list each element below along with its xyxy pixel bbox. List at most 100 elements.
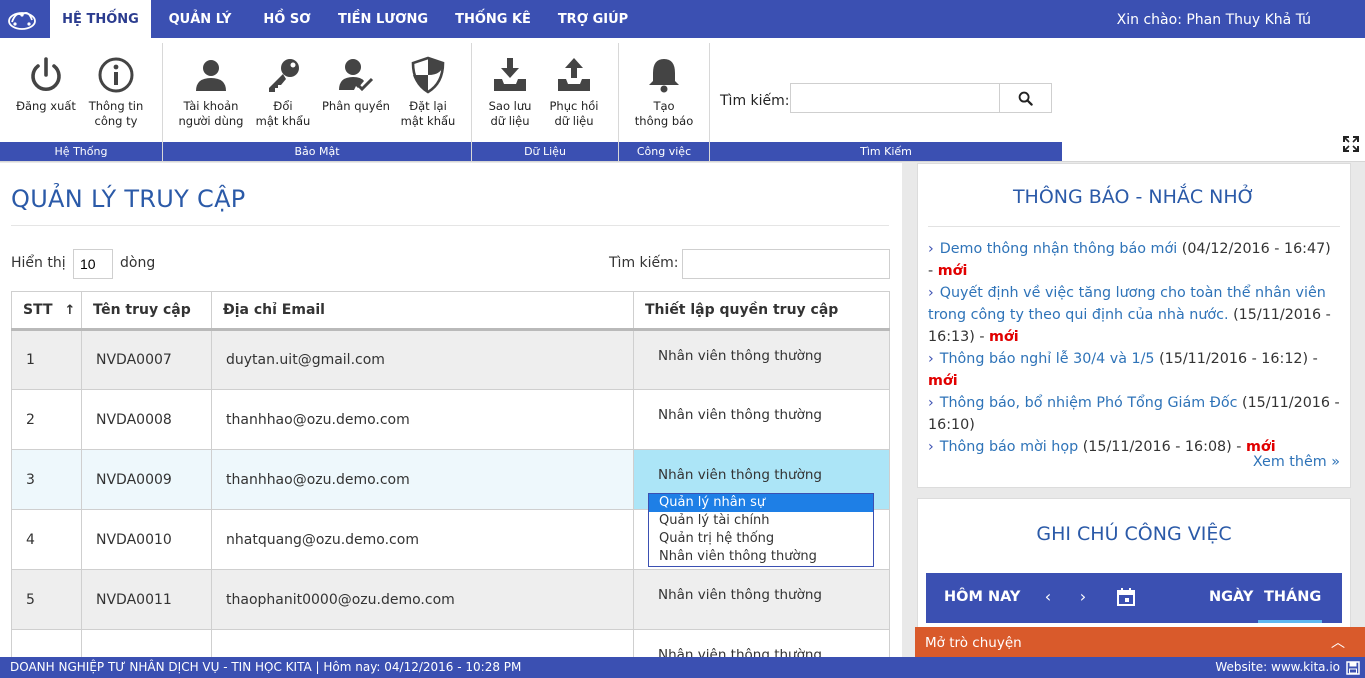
ribbon-group-label: Dữ Liệu [472, 142, 618, 161]
open-chat-bar[interactable]: Mở trò chuyện ︿ [915, 627, 1365, 657]
ribbon-search-button[interactable] [1000, 83, 1052, 113]
cell-access-role[interactable]: Nhân viên thông thường [633, 329, 890, 390]
logout-button[interactable]: Đăng xuất [11, 55, 81, 114]
user-check-icon [339, 59, 374, 92]
day-view-button[interactable]: NGÀY [1209, 589, 1253, 605]
cell-stt: 1 [11, 329, 82, 390]
notifications-panel: THÔNG BÁO - NHẮC NHỞ › Demo thông nhận th… [917, 163, 1351, 488]
column-header-username[interactable]: Tên truy cập [81, 291, 212, 331]
notifications-divider [928, 226, 1340, 227]
role-option-highlighted[interactable]: Quản lý nhân sự [649, 494, 873, 512]
table-row[interactable]: 2 NVDA0008 thanhhao@ozu.demo.com Nhân vi… [11, 389, 890, 450]
tab-tro-giup[interactable]: TRỢ GIÚP [555, 0, 631, 38]
tab-tien-luong[interactable]: TIỀN LƯƠNG [336, 0, 430, 38]
user-greeting[interactable]: Xin chào: Phan Thuy Khả Tú [1117, 0, 1311, 40]
notification-link[interactable]: Demo thông nhận thông báo mới [940, 241, 1177, 257]
ribbon-group-du-lieu: Sao lưu dữ liệu Phục hồi dữ liệu Dữ Liệu [472, 43, 619, 161]
cell-access-role[interactable]: Nhân viên thông thường [633, 389, 890, 450]
chevron-right-icon: › [928, 241, 934, 257]
ribbon-group-bao-mat: Tài khoản người dùng Đổi mật khẩu Phân q… [163, 43, 472, 161]
company-info-button[interactable]: Thông tin công ty [81, 55, 151, 129]
create-notification-button[interactable]: Tạo thông báo [629, 55, 699, 129]
user-accounts-button[interactable]: Tài khoản người dùng [176, 55, 246, 129]
footer-website[interactable]: Website: www.kita.io [1215, 657, 1340, 678]
work-notes-title: GHI CHÚ CÔNG VIỆC [1036, 523, 1232, 545]
company-info-label: Thông tin công ty [88, 99, 144, 128]
ribbon-group-label: Hệ Thống [0, 142, 162, 161]
chevron-right-icon[interactable]: › [1073, 587, 1093, 607]
notification-link[interactable]: Thông báo mời họp [940, 439, 1078, 455]
cell-access-role[interactable]: Nhân viên thông thường [633, 569, 890, 630]
table-row[interactable]: 1 NVDA0007 duytan.uit@gmail.com Nhân viê… [11, 329, 890, 390]
cell-email: thanhhao@ozu.demo.com [211, 449, 634, 510]
notification-item: › Thông báo, bổ nhiệm Phó Tổng Giám Đốc (… [928, 392, 1340, 436]
expand-icon[interactable] [1343, 136, 1359, 152]
ribbon-search-input[interactable] [790, 83, 1000, 113]
reset-password-label: Đặt lại mật khẩu [400, 99, 456, 128]
table-row[interactable]: 5 NVDA0011 thaophanit0000@ozu.demo.com N… [11, 569, 890, 630]
cell-email: duytan.uit@gmail.com [211, 329, 634, 390]
active-view-indicator [1258, 620, 1322, 623]
power-icon [31, 57, 61, 92]
notification-link[interactable]: Thông báo nghỉ lễ 30/4 và 1/5 [940, 351, 1155, 367]
sort-arrow-up-icon: ↑ [64, 303, 76, 318]
search-icon [1018, 91, 1033, 106]
column-header-stt[interactable]: STT ↑ [11, 291, 82, 331]
cell-username: NVDA0007 [81, 329, 212, 390]
cell-username: NVDA0009 [81, 449, 212, 510]
cell-email: thanhhao@ozu.demo.com [211, 389, 634, 450]
ribbon-group-he-thong: Đăng xuất Thông tin công ty Hệ Thống [0, 43, 163, 161]
open-chat-label: Mở trò chuyện [925, 635, 1022, 651]
footer-bar: DOANH NGHIỆP TƯ NHÂN DỊCH VỤ - TIN HỌC K… [0, 657, 1365, 678]
column-header-access-role[interactable]: Thiết lập quyền truy cập [633, 291, 890, 331]
calendar-icon[interactable] [1116, 587, 1136, 607]
notification-item: › Quyết định về việc tăng lương cho toàn … [928, 282, 1340, 348]
table-search-input[interactable] [682, 249, 890, 279]
chevron-up-icon: ︿ [1331, 635, 1345, 651]
permissions-button[interactable]: Phân quyền [321, 55, 391, 114]
save-icon[interactable] [1346, 661, 1360, 675]
info-icon [98, 57, 134, 93]
month-view-button[interactable]: THÁNG [1264, 589, 1321, 605]
role-dropdown-list[interactable]: Quản lý nhân sự Quản lý tài chính Quản t… [648, 493, 874, 567]
cell-username: NVDA0008 [81, 389, 212, 450]
restore-data-button[interactable]: Phục hồi dữ liệu [539, 55, 609, 129]
tab-he-thong[interactable]: HỆ THỐNG [50, 0, 151, 38]
notification-item: › Thông báo nghỉ lễ 30/4 và 1/5 (15/11/20… [928, 348, 1340, 392]
tab-thong-ke[interactable]: THỐNG KÊ [452, 0, 534, 38]
user-accounts-label: Tài khoản người dùng [178, 99, 244, 128]
page-size-label: Hiển thị [11, 255, 66, 271]
reset-password-button[interactable]: Đặt lại mật khẩu [393, 55, 463, 129]
column-header-email[interactable]: Địa chỉ Email [211, 291, 634, 331]
tab-ho-so[interactable]: HỒ SƠ [256, 0, 318, 38]
bell-icon [649, 59, 679, 93]
notification-link[interactable]: Thông báo, bổ nhiệm Phó Tổng Giám Đốc [940, 395, 1238, 411]
cell-stt: 5 [11, 569, 82, 630]
key-icon [269, 59, 299, 92]
role-option[interactable]: Quản lý tài chính [649, 512, 873, 530]
today-button[interactable]: HÔM NAY [944, 589, 1020, 605]
title-divider [11, 225, 889, 226]
ribbon-group-label: Tìm Kiếm [710, 142, 1062, 161]
cloud-logo-icon[interactable] [6, 5, 38, 33]
see-more-link[interactable]: Xem thêm » [1253, 454, 1340, 470]
cell-email: thaophanit0000@ozu.demo.com [211, 569, 634, 630]
calendar-toolbar: HÔM NAY ‹ › NGÀY THÁNG [926, 573, 1342, 623]
notifications-title: THÔNG BÁO - NHẮC NHỞ [1012, 186, 1256, 208]
role-option[interactable]: Nhân viên thông thường [649, 548, 873, 566]
cell-username: NVDA0010 [81, 509, 212, 570]
cell-stt: 4 [11, 509, 82, 570]
tab-quan-ly[interactable]: QUẢN LÝ [162, 0, 238, 38]
backup-data-button[interactable]: Sao lưu dữ liệu [475, 55, 545, 129]
change-password-button[interactable]: Đổi mật khẩu [248, 55, 318, 129]
upload-tray-icon [558, 58, 590, 91]
new-badge: mới [928, 373, 958, 389]
ribbon-toolbar: Đăng xuất Thông tin công ty Hệ Thống Tài… [0, 38, 1365, 162]
page-size-input[interactable] [73, 249, 113, 279]
permissions-label: Phân quyền [322, 99, 390, 113]
cell-email: nhatquang@ozu.demo.com [211, 509, 634, 570]
chevron-left-icon[interactable]: ‹ [1038, 587, 1058, 607]
access-table: STT ↑ Tên truy cập Địa chỉ Email Thiết lậ… [11, 291, 890, 678]
role-option[interactable]: Quản trị hệ thống [649, 530, 873, 548]
column-header-stt-label: STT [23, 302, 53, 318]
